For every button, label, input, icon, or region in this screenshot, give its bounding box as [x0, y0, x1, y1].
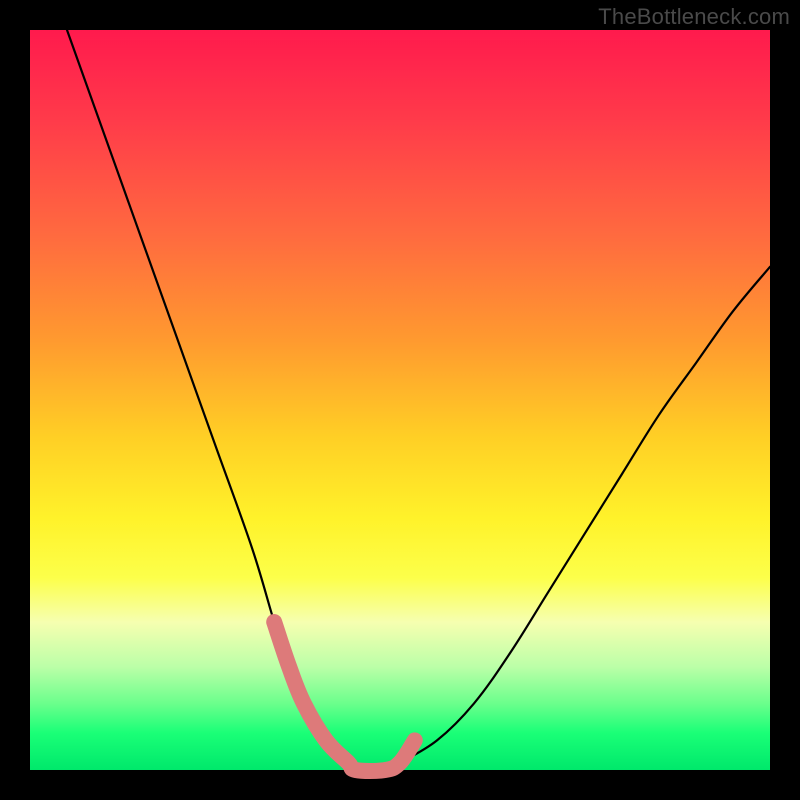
bottleneck-curve-path [67, 30, 770, 771]
highlight-segment-path [274, 622, 415, 771]
gradient-plot-area [30, 30, 770, 770]
outer-frame: TheBottleneck.com [0, 0, 800, 800]
curve-layer [30, 30, 770, 770]
attribution-text: TheBottleneck.com [598, 4, 790, 30]
